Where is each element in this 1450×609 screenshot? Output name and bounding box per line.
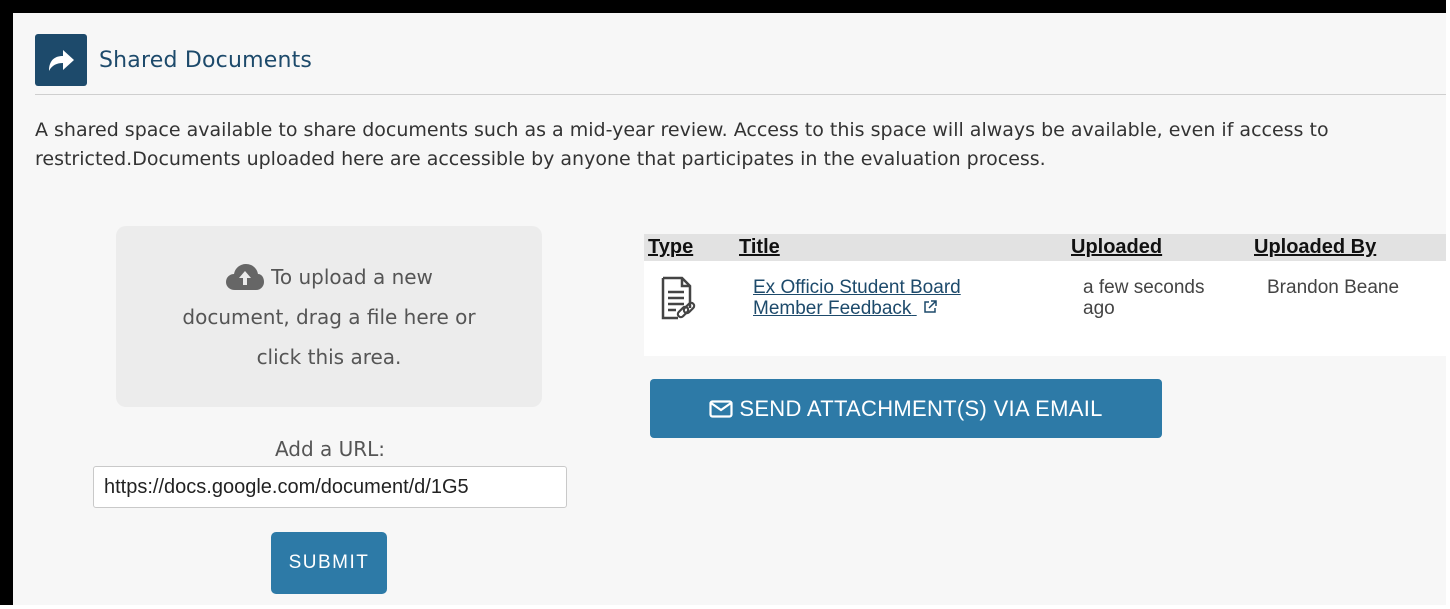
panel-header: Shared Documents [35, 34, 313, 86]
dropzone-text: To upload a new [271, 264, 433, 289]
header-divider [35, 94, 1446, 95]
document-title-link[interactable]: Ex Officio Student Board Member Feedback [753, 277, 961, 319]
document-title-line: Member Feedback [753, 298, 912, 319]
send-attachments-email-button[interactable]: SEND ATTACHMENT(S) VIA EMAIL [650, 379, 1162, 438]
submit-button[interactable]: SUBMIT [271, 532, 387, 594]
external-link-icon [923, 298, 937, 319]
upload-dropzone[interactable]: To upload a new document, drag a file he… [116, 226, 542, 407]
panel-title: Shared Documents [99, 47, 313, 73]
dropzone-text: document, drag a file here or [182, 304, 476, 329]
uploaded-by: Brandon Beane [1267, 277, 1400, 298]
column-header-type[interactable]: Type [648, 236, 693, 259]
shared-documents-panel: Shared Documents A shared space availabl… [0, 0, 1446, 605]
column-header-uploaded[interactable]: Uploaded [1071, 236, 1162, 259]
cloud-upload-icon [225, 262, 265, 292]
documents-table: Type Title Uploaded Uploaded By Ex Offic… [644, 234, 1446, 356]
table-row: Ex Officio Student Board Member Feedback… [644, 262, 1446, 356]
column-header-uploaded-by[interactable]: Uploaded By [1254, 236, 1376, 259]
email-button-label: SEND ATTACHMENT(S) VIA EMAIL [739, 395, 1103, 421]
panel-description: A shared space available to share docume… [35, 116, 1446, 174]
column-header-title[interactable]: Title [739, 236, 780, 259]
dropzone-text: click this area. [256, 344, 402, 369]
url-label: Add a URL: [274, 437, 386, 461]
document-title-line: Ex Officio Student Board [753, 277, 961, 298]
uploaded-time: a few seconds ago [1083, 277, 1243, 319]
document-link-icon [660, 276, 696, 326]
url-input[interactable] [93, 466, 567, 508]
table-header: Type Title Uploaded Uploaded By [644, 234, 1446, 261]
description-line: restricted.Documents uploaded here are a… [35, 148, 1046, 170]
share-arrow-icon [35, 34, 87, 86]
description-line: A shared space available to share docume… [35, 119, 1329, 141]
uploaded-time-line: a few seconds [1083, 277, 1205, 298]
envelope-icon [709, 399, 733, 418]
uploaded-time-line: ago [1083, 298, 1115, 319]
